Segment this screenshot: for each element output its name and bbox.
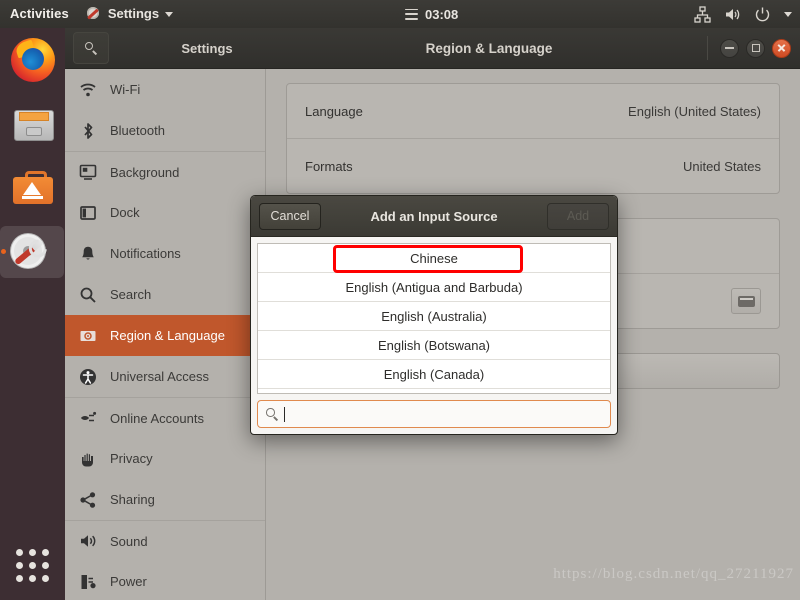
add-input-source-dialog: Cancel Add an Input Source Add Chinese E…: [250, 195, 618, 435]
activities-button[interactable]: Activities: [0, 0, 78, 28]
sidebar-item-label: Power: [110, 574, 147, 589]
volume-icon: [724, 6, 741, 23]
language-row[interactable]: Language English (United States): [287, 84, 779, 138]
sidebar-item-background[interactable]: Background: [65, 151, 265, 192]
language-label: Language: [305, 103, 363, 119]
settings-icon: [10, 229, 56, 275]
maximize-button[interactable]: [746, 38, 765, 58]
settings-app-icon: [86, 6, 102, 22]
universal-access-icon: [79, 368, 97, 386]
dock-item-firefox[interactable]: [0, 28, 65, 92]
sidebar-item-label: Search: [110, 287, 152, 302]
language-value: English (United States): [628, 103, 761, 119]
app-grid-icon: [16, 548, 49, 582]
background-icon: [79, 163, 97, 181]
sidebar-item-label: Dock: [110, 205, 140, 220]
ubuntu-dock: [0, 28, 65, 600]
dialog-title: Add an Input Source: [370, 208, 498, 224]
page-title: Region & Language: [425, 40, 553, 56]
system-status-menu[interactable]: [694, 5, 792, 23]
dialog-search-area: [251, 394, 617, 434]
files-icon: [10, 101, 56, 147]
sidebar-item-sharing[interactable]: Sharing: [65, 479, 265, 520]
sidebar-item-label: Sound: [110, 533, 148, 549]
add-button[interactable]: Add: [547, 202, 609, 230]
sidebar-item-dock[interactable]: Dock: [65, 192, 265, 233]
sidebar-item-label: Privacy: [110, 451, 153, 466]
firefox-icon: [10, 37, 56, 83]
dock-item-settings[interactable]: [0, 220, 65, 284]
desktop-screen: Activities Settings 03:08 Settings Regio…: [0, 0, 800, 600]
dock-icon: [79, 204, 97, 222]
dock-item-ubuntu-software[interactable]: [0, 156, 65, 220]
list-item[interactable]: English (Australia): [258, 302, 610, 331]
text-caret: [284, 406, 285, 422]
sidebar-item-notifications[interactable]: Notifications: [65, 233, 265, 274]
sidebar-item-online-accounts[interactable]: Online Accounts: [65, 397, 265, 438]
bell-icon: [79, 245, 97, 263]
window-titlebar: Settings Region & Language: [65, 28, 800, 69]
app-menu-button[interactable]: Settings: [78, 0, 181, 28]
list-item[interactable]: English (Canada): [258, 360, 610, 389]
power-plug-icon: [79, 573, 97, 591]
search-icon: [79, 286, 97, 304]
chevron-down-icon: [784, 11, 792, 17]
sidebar-item-universal-access[interactable]: Universal Access: [65, 356, 265, 397]
close-button[interactable]: [772, 38, 791, 58]
power-icon: [754, 6, 771, 23]
privacy-icon: [79, 450, 97, 468]
list-item[interactable]: English (Antigua and Barbuda): [258, 273, 610, 302]
sidebar-item-label: Region & Language: [110, 328, 225, 343]
window-controls: [707, 36, 800, 60]
bluetooth-icon: [79, 122, 97, 140]
wifi-icon: [79, 81, 97, 99]
sidebar-item-power[interactable]: Power: [65, 561, 265, 600]
region-language-icon: [79, 327, 97, 345]
keyboard-icon: [737, 295, 755, 307]
show-applications-button[interactable]: [0, 540, 65, 590]
sidebar-item-sound[interactable]: Sound: [65, 520, 265, 561]
formats-label: Formats: [305, 158, 353, 174]
sidebar-item-label: Universal Access: [110, 369, 209, 384]
sidebar-item-region-language[interactable]: Region & Language: [65, 315, 265, 356]
sidebar-search-button[interactable]: [73, 32, 109, 64]
search-icon: [266, 408, 279, 421]
app-menu-label: Settings: [107, 6, 160, 21]
input-source-list[interactable]: Chinese English (Antigua and Barbuda) En…: [257, 243, 611, 394]
dialog-header: Cancel Add an Input Source Add: [251, 196, 617, 237]
sidebar-item-wifi[interactable]: Wi-Fi: [65, 69, 265, 110]
sharing-icon: [79, 491, 97, 509]
sidebar-item-label: Sharing: [110, 492, 155, 507]
language-formats-card: Language English (United States) Formats…: [286, 83, 780, 194]
sidebar-item-search[interactable]: Search: [65, 274, 265, 315]
clock-menu-button[interactable]: 03:08: [405, 7, 458, 22]
watermark-text: https://blog.csdn.net/qq_27211927: [553, 566, 794, 582]
chevron-down-icon: [165, 11, 174, 17]
network-icon: [694, 5, 711, 23]
dock-item-files[interactable]: [0, 92, 65, 156]
formats-value: United States: [682, 158, 761, 174]
sidebar-item-privacy[interactable]: Privacy: [65, 438, 265, 479]
settings-sidebar: Wi-Fi Bluetooth Background Dock Notifica…: [65, 69, 266, 600]
list-item[interactable]: English (Botswana): [258, 331, 610, 360]
clock-label: 03:08: [425, 6, 459, 22]
sidebar-item-label: Notifications: [110, 246, 181, 261]
sound-icon: [79, 532, 97, 550]
menu-lines-icon: [405, 8, 418, 20]
keyboard-shortcut-button[interactable]: [731, 288, 761, 314]
sidebar-item-label: Background: [110, 164, 180, 180]
sidebar-item-label: Wi-Fi: [110, 82, 141, 97]
minimize-button[interactable]: [720, 38, 739, 58]
sidebar-item-label: Bluetooth: [110, 123, 165, 138]
formats-row[interactable]: Formats United States: [287, 138, 779, 193]
gnome-top-bar: Activities Settings 03:08: [0, 0, 800, 28]
sidebar-item-bluetooth[interactable]: Bluetooth: [65, 110, 265, 151]
search-icon: [85, 42, 98, 55]
cancel-button[interactable]: Cancel: [259, 202, 321, 230]
online-accounts-icon: [79, 409, 97, 427]
list-item[interactable]: Chinese: [258, 244, 610, 273]
search-input[interactable]: [257, 400, 611, 428]
ubuntu-software-icon: [10, 165, 56, 211]
sidebar-item-label: Online Accounts: [110, 410, 204, 426]
